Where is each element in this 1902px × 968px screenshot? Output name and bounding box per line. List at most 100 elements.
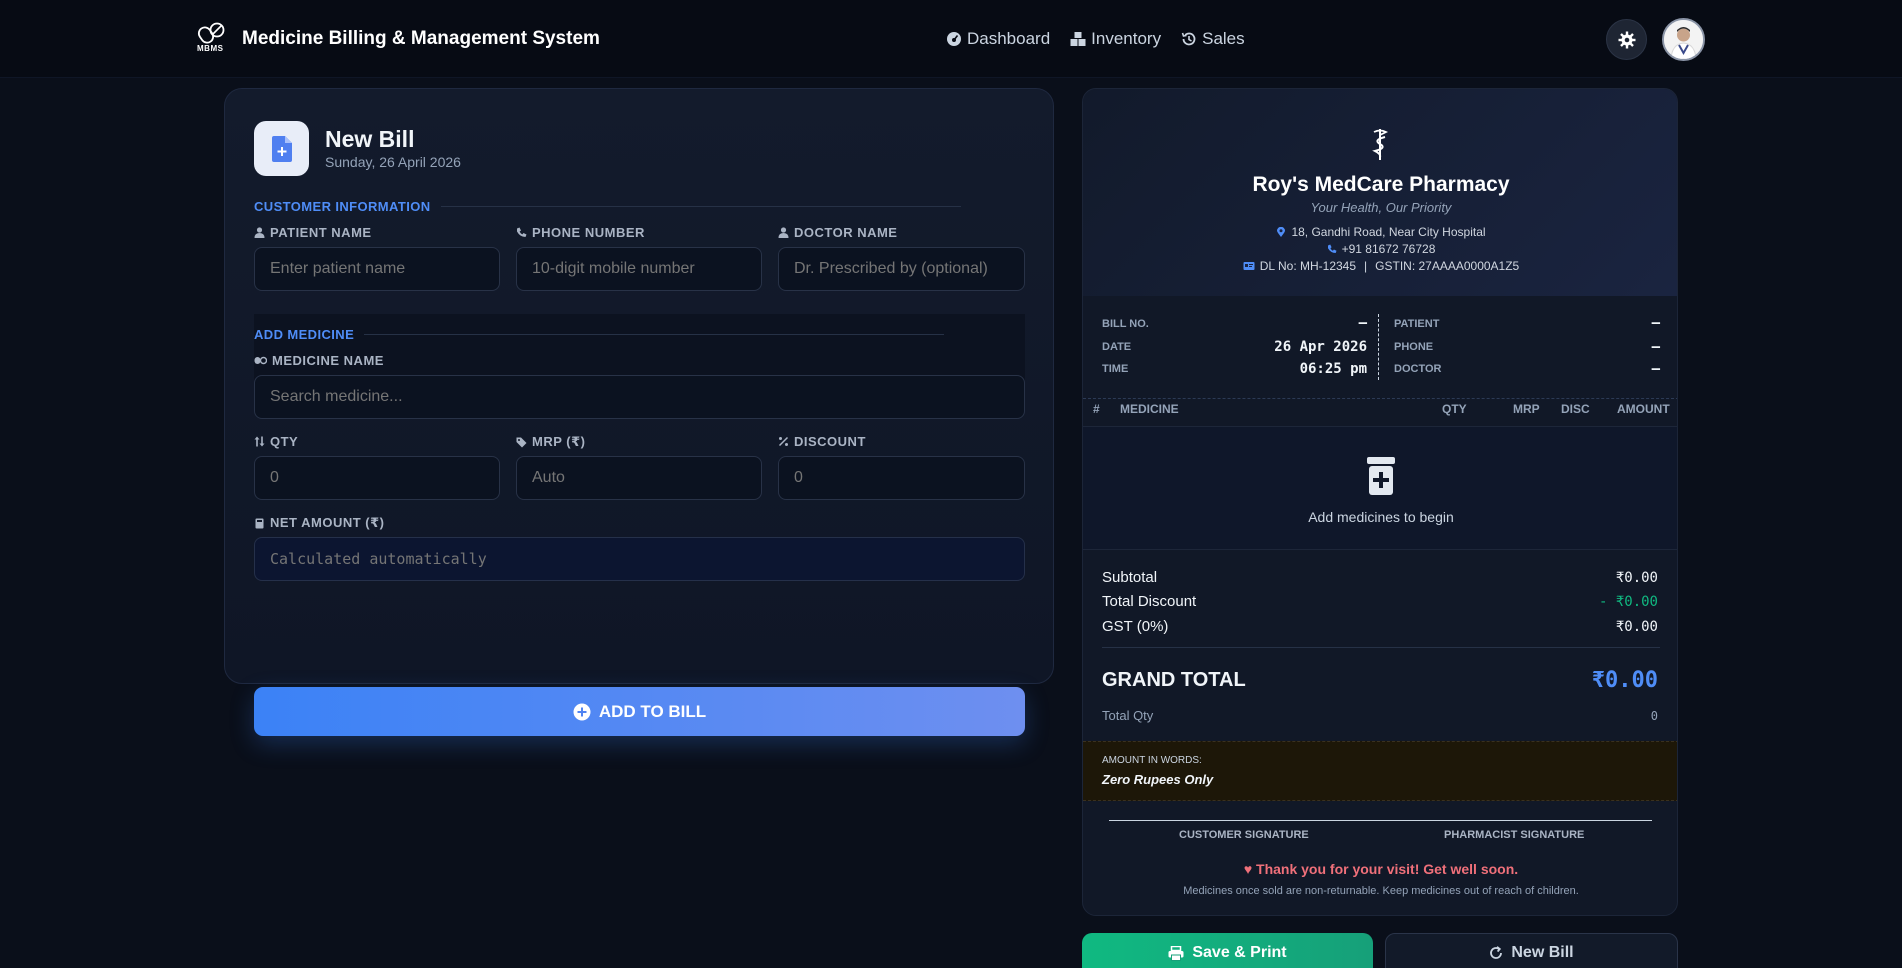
doctor-label: DOCTOR [1394,363,1442,375]
user-icon [254,227,265,238]
patient-value: — [1651,315,1660,331]
nav-dashboard[interactable]: Dashboard [946,29,1050,49]
pharmacy-phone-text: +91 81672 76728 [1341,242,1436,256]
app-logo[interactable]: MBMS [197,21,229,55]
receipt-footer-note: Medicines once sold are non-returnable. … [1183,885,1579,897]
license-separator: | [1364,259,1368,273]
bill-no-label: BILL NO. [1102,318,1149,330]
nav-sales[interactable]: Sales [1181,29,1245,49]
app-title: Medicine Billing & Management System [242,28,600,49]
save-print-label: Save & Print [1192,944,1287,961]
medicine-search-input[interactable] [254,375,1025,419]
discount-input[interactable] [778,456,1025,500]
col-header-index: # [1093,402,1100,416]
pharmacy-address: 18, Gandhi Road, Near City Hospital [1083,225,1677,239]
empty-items-state: Add medicines to begin [1083,426,1677,550]
gst-value: ₹0.00 [1615,619,1658,635]
patient-name-label: PATIENT NAME [254,225,372,240]
pharmacy-phone: +91 81672 76728 [1083,242,1677,256]
dashboard-icon [947,32,961,46]
plus-circle-icon [573,703,591,720]
nav-inventory-label: Inventory [1091,29,1162,48]
customer-section-label: CUSTOMER INFORMATION [254,199,431,214]
qty-input[interactable] [254,456,500,500]
mrp-label-text: MRP (₹) [532,434,586,449]
location-pin-icon [1277,227,1286,237]
total-qty-value: 0 [1650,709,1658,723]
qty-label-text: QTY [270,434,299,449]
col-header-mrp: MRP [1513,402,1540,416]
save-print-button[interactable]: Save & Print [1082,933,1373,968]
phone-value: — [1651,339,1660,355]
bill-receipt-preview: Roy's MedCare Pharmacy Your Health, Our … [1082,88,1678,916]
signature-line [1109,820,1652,821]
total-discount-value: - ₹0.00 [1598,594,1658,610]
medicine-name-label-text: MEDICINE NAME [272,353,384,368]
pharmacy-address-text: 18, Gandhi Road, Near City Hospital [1291,225,1486,239]
gear-icon [1618,31,1635,48]
pills-logo-icon [197,22,225,44]
mrp-label: MRP (₹) [516,434,585,450]
subtotal-value: ₹0.00 [1615,570,1658,586]
add-to-bill-button[interactable]: ADD TO BILL [254,687,1025,736]
empty-items-text: Add medicines to begin [1308,509,1454,525]
nav-sales-label: Sales [1202,29,1245,48]
calculator-icon [255,518,264,528]
grand-total-value: ₹0.00 [1591,668,1658,693]
top-navbar: MBMS Medicine Billing & Management Syste… [0,0,1902,78]
doctor-value: — [1651,361,1660,377]
patient-label: PATIENT [1394,318,1440,330]
total-discount-label: Total Discount [1102,593,1197,610]
phone-icon [517,227,527,237]
time-label: TIME [1102,363,1129,375]
caduceus-icon [1372,129,1389,160]
phone-label: PHONE [1394,341,1434,353]
nav-inventory[interactable]: Inventory [1070,29,1161,49]
nav-dashboard-label: Dashboard [967,29,1051,48]
patient-name-input[interactable] [254,247,500,291]
user-avatar[interactable] [1662,18,1705,61]
discount-label: DISCOUNT [778,434,866,449]
date-label: DATE [1102,341,1132,353]
net-amount-input[interactable] [254,537,1025,581]
phone-number-input[interactable] [516,247,762,291]
doctor-name-label: DOCTOR NAME [778,225,897,240]
printer-icon [1168,945,1184,961]
pharmacy-name: Roy's MedCare Pharmacy [1252,173,1510,196]
totals-divider [1102,647,1660,648]
total-qty-label: Total Qty [1102,708,1154,723]
medicine-bottle-icon [1367,457,1395,495]
main-nav: Dashboard Inventory Sales [946,29,1245,49]
meta-divider [1378,314,1379,380]
logo-text: MBMS [197,44,224,53]
mrp-input[interactable] [516,456,762,500]
medicine-section-label: ADD MEDICINE [254,327,355,342]
bill-meta: BILL NO. — DATE 26 Apr 2026 TIME 06:25 p… [1083,296,1677,399]
gstin: GSTIN: 27AAAA0000A1Z5 [1375,259,1520,273]
new-bill-button[interactable]: New Bill [1385,933,1678,968]
pharmacy-tagline: Your Health, Our Priority [1310,200,1452,215]
date-value: 26 Apr 2026 [1274,339,1367,355]
percent-icon [778,436,789,447]
amount-in-words-value: Zero Rupees Only [1102,772,1214,787]
customer-signature-label: CUSTOMER SIGNATURE [1179,829,1309,841]
col-header-amount: AMOUNT [1617,402,1670,416]
pharmacist-signature-label: PHARMACIST SIGNATURE [1444,829,1585,841]
col-header-medicine: MEDICINE [1120,402,1179,416]
patient-name-label-text: PATIENT NAME [270,225,372,240]
section-divider [440,206,961,207]
phone-icon [1327,244,1337,253]
sort-icon [254,436,265,447]
section-divider [364,334,945,335]
phone-number-label: PHONE NUMBER [516,225,645,240]
id-card-icon [1243,262,1255,270]
new-bill-icon [254,121,309,176]
theme-toggle-button[interactable] [1606,19,1647,60]
pharmacy-license: DL No: MH-12345 | GSTIN: 27AAAA0000A1Z5 [1083,259,1677,273]
phone-number-label-text: PHONE NUMBER [532,225,645,240]
bill-no-value: — [1358,315,1367,331]
refresh-icon [1490,946,1503,959]
doctor-icon [778,227,789,238]
doctor-name-input[interactable] [778,247,1025,291]
medicine-section-title: ADD MEDICINE [254,327,945,342]
